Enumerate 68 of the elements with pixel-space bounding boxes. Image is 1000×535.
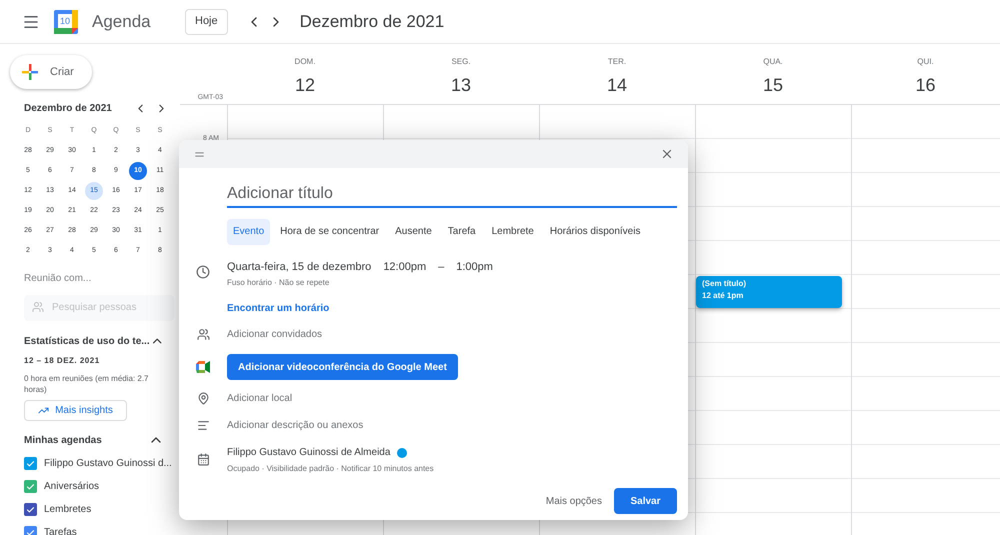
check-icon: [26, 504, 35, 514]
description-icon: [196, 419, 210, 432]
event-date[interactable]: Quarta-feira, 15 de dezembro: [227, 258, 372, 275]
insights-button[interactable]: Mais insights: [24, 400, 127, 421]
more-options-button[interactable]: Mais opções: [540, 488, 608, 514]
find-time-link[interactable]: Encontrar um horário: [227, 301, 493, 316]
calendar-checkbox[interactable]: [24, 457, 37, 470]
people-icon: [32, 301, 44, 313]
calendar-details: Ocupado · Visibilidade padrão · Notificar 10 minutos antes: [227, 463, 434, 475]
weekday-label: QUI.: [917, 56, 934, 68]
save-button[interactable]: Salvar: [614, 488, 677, 514]
day-number: 14: [606, 74, 628, 97]
event-type-tab[interactable]: Ausente: [389, 218, 438, 244]
section-title: Estatísticas de uso do te...: [24, 334, 150, 348]
plus-icon: [22, 64, 38, 80]
period-title: Dezembro de 2021: [300, 10, 444, 33]
logo-date: 10: [58, 16, 71, 26]
day-number: 12: [294, 74, 316, 97]
calendar-owner[interactable]: Filippo Gustavo Guinossi de Almeida: [227, 445, 390, 460]
event-type-tab[interactable]: Tarefa: [442, 218, 482, 244]
time-separator: –: [438, 260, 444, 274]
calendar-name: Filippo Gustavo Guinossi d...: [44, 457, 172, 471]
calendar-name: Aniversários: [44, 480, 100, 494]
time-details: Fuso horário · Não se repete: [227, 277, 330, 289]
close-icon[interactable]: [660, 147, 674, 161]
meeting-summary: 0 hora em reuniões (em média: 2.7 horas): [24, 373, 150, 395]
calendar-icon: [196, 453, 210, 466]
calendar-name: Lembretes: [44, 503, 92, 517]
check-icon: [26, 458, 35, 468]
event-type-tab[interactable]: Horários disponíveis: [544, 218, 646, 244]
event-title: (Sem título): [702, 278, 747, 290]
clock-icon: [196, 264, 210, 278]
weekday-label: QUA.: [763, 56, 783, 68]
meet-button[interactable]: Adicionar videoconferência do Google Meet: [227, 354, 458, 380]
start-time[interactable]: 12:00pm: [383, 258, 426, 275]
end-time[interactable]: 1:00pm: [456, 258, 493, 275]
meet-with-label: Reunião com...: [24, 272, 92, 286]
day-number: 16: [915, 74, 936, 97]
event-type-tab[interactable]: Lembrete: [486, 218, 540, 244]
title-input[interactable]: Adicionar título: [227, 182, 677, 208]
calendar-logo-icon: [54, 10, 78, 34]
month-title: Dezembro de 2021: [24, 102, 113, 116]
calendar-checkbox[interactable]: [24, 503, 37, 516]
weekday-label: SEG.: [451, 56, 471, 68]
calendar-name: Tarefas: [44, 526, 77, 535]
create-button[interactable]: Criar: [10, 55, 92, 89]
people-search-field[interactable]: Pesquisar pessoas: [24, 294, 174, 320]
guests-icon: [196, 328, 210, 341]
event-time: 12 até 1pm: [702, 290, 744, 302]
check-icon: [26, 482, 35, 492]
location-field[interactable]: Adicionar local: [227, 391, 292, 406]
guests-field[interactable]: Adicionar convidados: [227, 327, 322, 342]
video-camera-icon: [196, 361, 210, 373]
location-icon: [196, 392, 210, 405]
day-number: 13: [450, 74, 472, 97]
section-title: Minhas agendas: [24, 434, 103, 448]
trend-icon: [38, 405, 50, 416]
day-number: 15: [762, 74, 784, 97]
today-button[interactable]: Hoje: [185, 8, 228, 34]
weekday-label: DOM.: [294, 56, 316, 68]
check-icon: [26, 528, 35, 535]
weekday-label: TER.: [608, 56, 626, 68]
calendar-checkbox[interactable]: [24, 480, 37, 493]
event-type-tab[interactable]: Evento: [227, 218, 270, 244]
app-name: Agenda: [92, 10, 151, 33]
description-field[interactable]: Adicionar descrição ou anexos: [227, 418, 364, 433]
date-range: 12 – 18 DEZ. 2021: [24, 355, 101, 367]
event-type-tab[interactable]: Hora de se concentrar: [274, 218, 386, 244]
